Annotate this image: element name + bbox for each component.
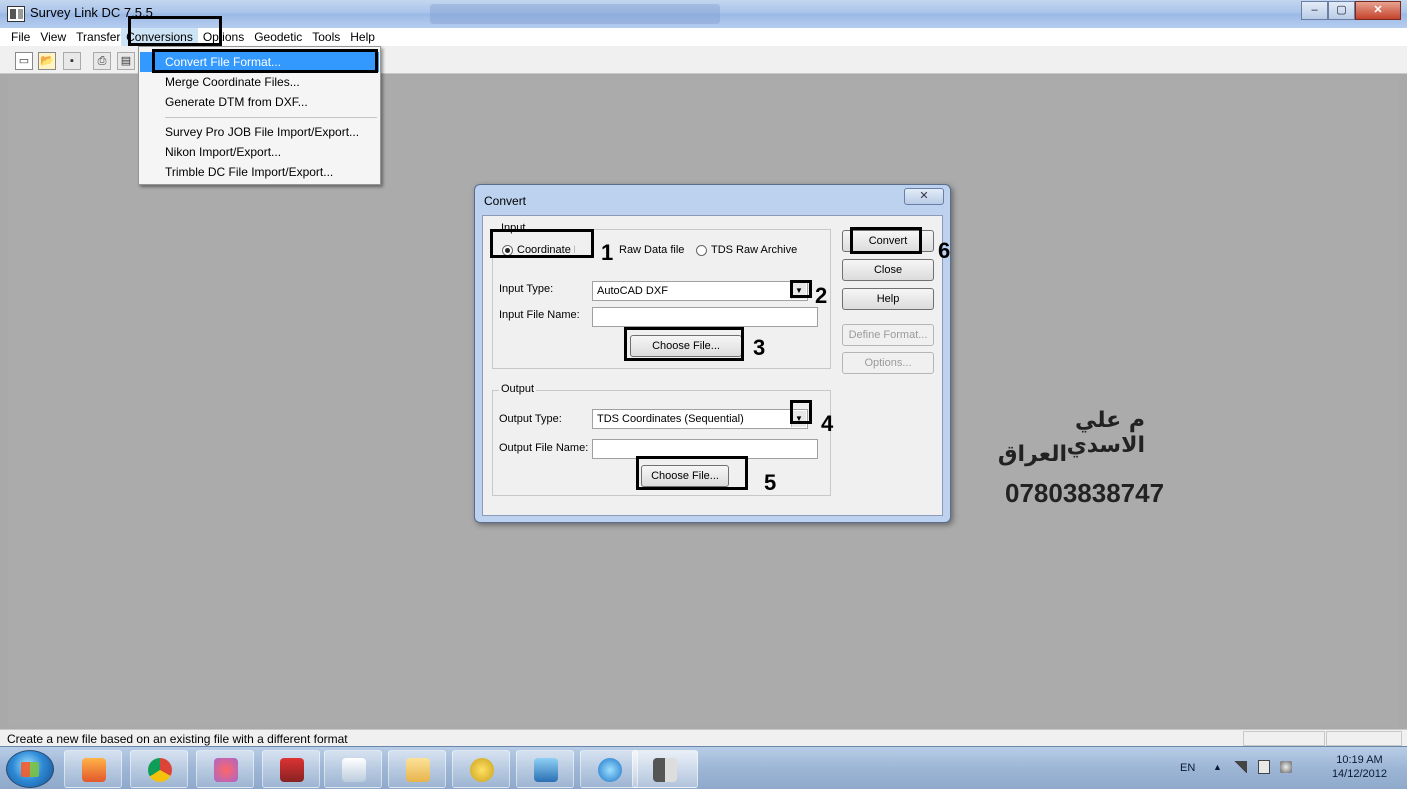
print-preview-icon[interactable]: ▤ <box>117 52 135 70</box>
taskbar: EN ▲ 10:19 AM 14/12/2012 <box>0 746 1407 789</box>
annotation-box-output-choose-file <box>636 456 748 490</box>
taskbar-screen[interactable] <box>516 750 574 788</box>
annotation-box-input-type-arrow <box>790 280 812 298</box>
dialog-close-icon[interactable]: ✕ <box>904 188 944 205</box>
radio-tds-raw-archive[interactable]: TDS Raw Archive <box>696 244 797 256</box>
help-button[interactable]: Help <box>842 288 934 310</box>
screen-icon <box>534 758 558 782</box>
save-icon[interactable]: ▪ <box>63 52 81 70</box>
taskbar-survey-link[interactable] <box>632 750 698 788</box>
input-file-name-field[interactable] <box>592 307 818 327</box>
status-text: Create a new file based on an existing f… <box>7 732 348 746</box>
taskbar-media-player[interactable] <box>64 750 122 788</box>
status-pane <box>1326 731 1402 746</box>
output-file-name-label: Output File Name: <box>499 442 589 454</box>
app-icon[interactable] <box>7 6 25 22</box>
taskbar-chrome[interactable] <box>130 750 188 788</box>
menu-tools[interactable]: Tools <box>307 28 345 46</box>
maximize-button[interactable]: ▢ <box>1328 1 1355 20</box>
annotation-box-coordinate-file <box>490 229 594 258</box>
input-type-value: AutoCAD DXF <box>597 285 668 297</box>
close-dialog-button[interactable]: Close <box>842 259 934 281</box>
menu-file[interactable]: File <box>6 28 35 46</box>
show-hidden-icons[interactable]: ▲ <box>1213 762 1222 772</box>
clock-time: 10:19 AM <box>1336 754 1383 766</box>
taskbar-explorer[interactable] <box>388 750 446 788</box>
paint-splash-icon <box>214 758 238 782</box>
input-type-select[interactable]: AutoCAD DXF ▼ <box>592 281 808 301</box>
radio-label: TDS Raw Archive <box>711 244 798 256</box>
annotation-number-5: 5 <box>764 470 777 495</box>
volume-icon[interactable] <box>1280 761 1292 773</box>
media-center-icon <box>470 758 494 782</box>
output-type-value: TDS Coordinates (Sequential) <box>597 413 744 425</box>
input-file-name-label: Input File Name: <box>499 309 580 321</box>
taskbar-autocad[interactable] <box>262 750 320 788</box>
menu-view[interactable]: View <box>35 28 71 46</box>
watermark-country: العراق <box>997 442 1067 467</box>
annotation-number-3: 3 <box>753 335 766 360</box>
output-type-label: Output Type: <box>499 413 562 425</box>
explorer-icon <box>406 758 430 782</box>
output-type-select[interactable]: TDS Coordinates (Sequential) ▼ <box>592 409 808 429</box>
menu-transfer[interactable]: Transfer <box>71 28 121 46</box>
options-button[interactable]: Options... <box>842 352 934 374</box>
annotation-box-conversions-menu <box>128 16 222 46</box>
radio-label: Raw Data file <box>619 244 685 256</box>
autocad-icon <box>280 758 304 782</box>
chrome-icon <box>148 758 172 782</box>
menu-item-nikon-import-export[interactable]: Nikon Import/Export... <box>140 142 379 162</box>
annotation-number-6: 6 <box>938 238 951 263</box>
taskbar-internet-explorer[interactable] <box>580 750 638 788</box>
system-clock[interactable]: 10:19 AM 14/12/2012 <box>1332 753 1387 781</box>
define-format-button[interactable]: Define Format... <box>842 324 934 346</box>
menu-geodetic[interactable]: Geodetic <box>249 28 307 46</box>
language-indicator[interactable]: EN <box>1180 762 1195 774</box>
window-controls: – ▢ ✕ <box>1301 1 1401 21</box>
annotation-number-1: 1 <box>601 240 614 265</box>
watermark-phone: 07803838747 <box>1005 478 1165 508</box>
dialog-title: Convert <box>484 194 527 208</box>
network-icon[interactable] <box>1233 761 1247 773</box>
menu-item-survey-pro-job[interactable]: Survey Pro JOB File Import/Export... <box>140 122 379 142</box>
status-pane <box>1243 731 1325 746</box>
survey-link-icon <box>653 758 677 782</box>
new-file-icon[interactable]: ▭ <box>15 52 33 70</box>
annotation-box-input-choose-file <box>624 327 744 361</box>
title-bar-glow <box>430 4 720 24</box>
status-bar: Create a new file based on an existing f… <box>0 729 1407 746</box>
radio-raw-data-file[interactable]: Raw Data file <box>619 244 684 256</box>
menu-item-trimble-dc-import-export[interactable]: Trimble DC File Import/Export... <box>140 162 379 182</box>
annotation-number-2: 2 <box>815 283 828 308</box>
taskbar-media-center[interactable] <box>452 750 510 788</box>
paint-icon <box>342 758 366 782</box>
menu-item-merge-coordinate-files[interactable]: Merge Coordinate Files... <box>140 72 379 92</box>
annotation-box-output-type-arrow <box>790 400 812 424</box>
minimize-button[interactable]: – <box>1301 1 1328 20</box>
open-folder-icon[interactable]: 📂 <box>38 52 56 70</box>
taskbar-paint-splash[interactable] <box>196 750 254 788</box>
taskbar-paint[interactable] <box>324 750 382 788</box>
menu-help[interactable]: Help <box>345 28 380 46</box>
annotation-box-convert-file-format <box>152 49 378 73</box>
input-type-label: Input Type: <box>499 283 554 295</box>
annotation-box-convert-button <box>850 227 922 254</box>
start-button[interactable] <box>6 750 54 788</box>
menu-item-generate-dtm[interactable]: Generate DTM from DXF... <box>140 92 379 112</box>
radio-dot <box>696 244 707 256</box>
internet-explorer-icon <box>598 758 622 782</box>
menu-separator <box>165 117 377 118</box>
close-button[interactable]: ✕ <box>1355 1 1401 20</box>
clock-date: 14/12/2012 <box>1331 768 1387 780</box>
action-center-icon[interactable] <box>1258 760 1270 774</box>
media-player-icon <box>82 758 106 782</box>
annotation-number-4: 4 <box>821 411 834 436</box>
print-icon[interactable]: ⎙ <box>93 52 111 70</box>
output-group-label: Output <box>499 383 537 395</box>
